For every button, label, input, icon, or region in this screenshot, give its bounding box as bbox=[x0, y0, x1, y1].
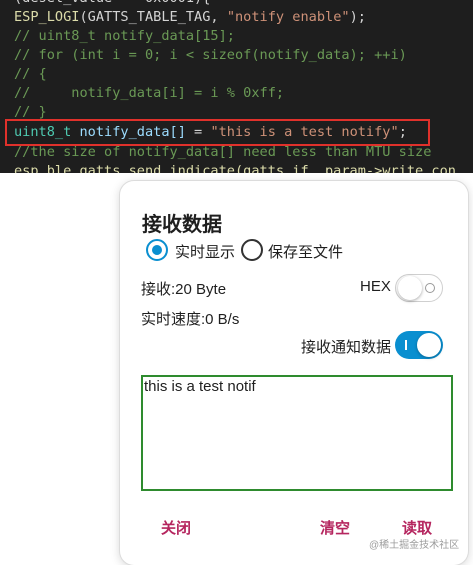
notify-label: 接收通知数据 bbox=[301, 339, 392, 356]
received-bytes: 接收:20 Byte bbox=[141, 281, 227, 298]
radio-save-to-file[interactable] bbox=[241, 239, 263, 261]
toggle-knob bbox=[398, 276, 422, 300]
code-line: (desel_value == 0x0001){ bbox=[14, 0, 210, 8]
toggle-on-icon bbox=[405, 340, 407, 350]
toggle-off-icon bbox=[425, 283, 435, 293]
realtime-speed: 实时速度:0 B/s bbox=[141, 311, 240, 328]
code-token: ); bbox=[349, 9, 366, 25]
clear-button[interactable]: 清空 bbox=[320, 517, 350, 538]
code-line: // for (int i = 0; i < sizeof(notify_dat… bbox=[14, 47, 407, 63]
notify-toggle[interactable] bbox=[395, 331, 443, 359]
code-editor[interactable]: (desel_value == 0x0001){ ESP_LOGI(GATTS_… bbox=[0, 0, 473, 173]
receive-data-dialog: 接收数据 实时显示 保存至文件 接收:20 Byte HEX 实时速度:0 B/… bbox=[120, 181, 468, 565]
radio-realtime-display[interactable] bbox=[146, 239, 168, 261]
hex-toggle[interactable] bbox=[395, 274, 443, 302]
dialog-title: 接收数据 bbox=[142, 214, 222, 236]
radio-label[interactable]: 实时显示 bbox=[175, 241, 235, 262]
watermark: @稀土掘金技术社区 bbox=[369, 540, 460, 551]
received-data-box[interactable]: this is a test notif bbox=[141, 375, 453, 491]
hex-label: HEX bbox=[360, 278, 391, 295]
read-button[interactable]: 读取 bbox=[402, 517, 432, 538]
code-line: esp_ble_gatts_send_indicate(gatts_if, pa… bbox=[14, 163, 456, 173]
code-token: "notify enable" bbox=[226, 9, 350, 25]
close-button[interactable]: 关闭 bbox=[161, 517, 191, 538]
code-token: ESP_LOGI bbox=[14, 9, 80, 25]
code-line: // { bbox=[14, 66, 47, 82]
toggle-knob bbox=[417, 333, 441, 357]
received-data-text: this is a test notif bbox=[144, 378, 256, 395]
code-token: (GATTS_TABLE_TAG, bbox=[79, 9, 227, 25]
radio-label[interactable]: 保存至文件 bbox=[268, 241, 343, 262]
code-line: // uint8_t notify_data[15]; bbox=[14, 28, 235, 44]
highlight-box bbox=[5, 119, 430, 146]
code-line: ESP_LOGI(GATTS_TABLE_TAG, "notify enable… bbox=[14, 8, 366, 27]
code-line: // notify_data[i] = i % 0xff; bbox=[14, 85, 285, 101]
